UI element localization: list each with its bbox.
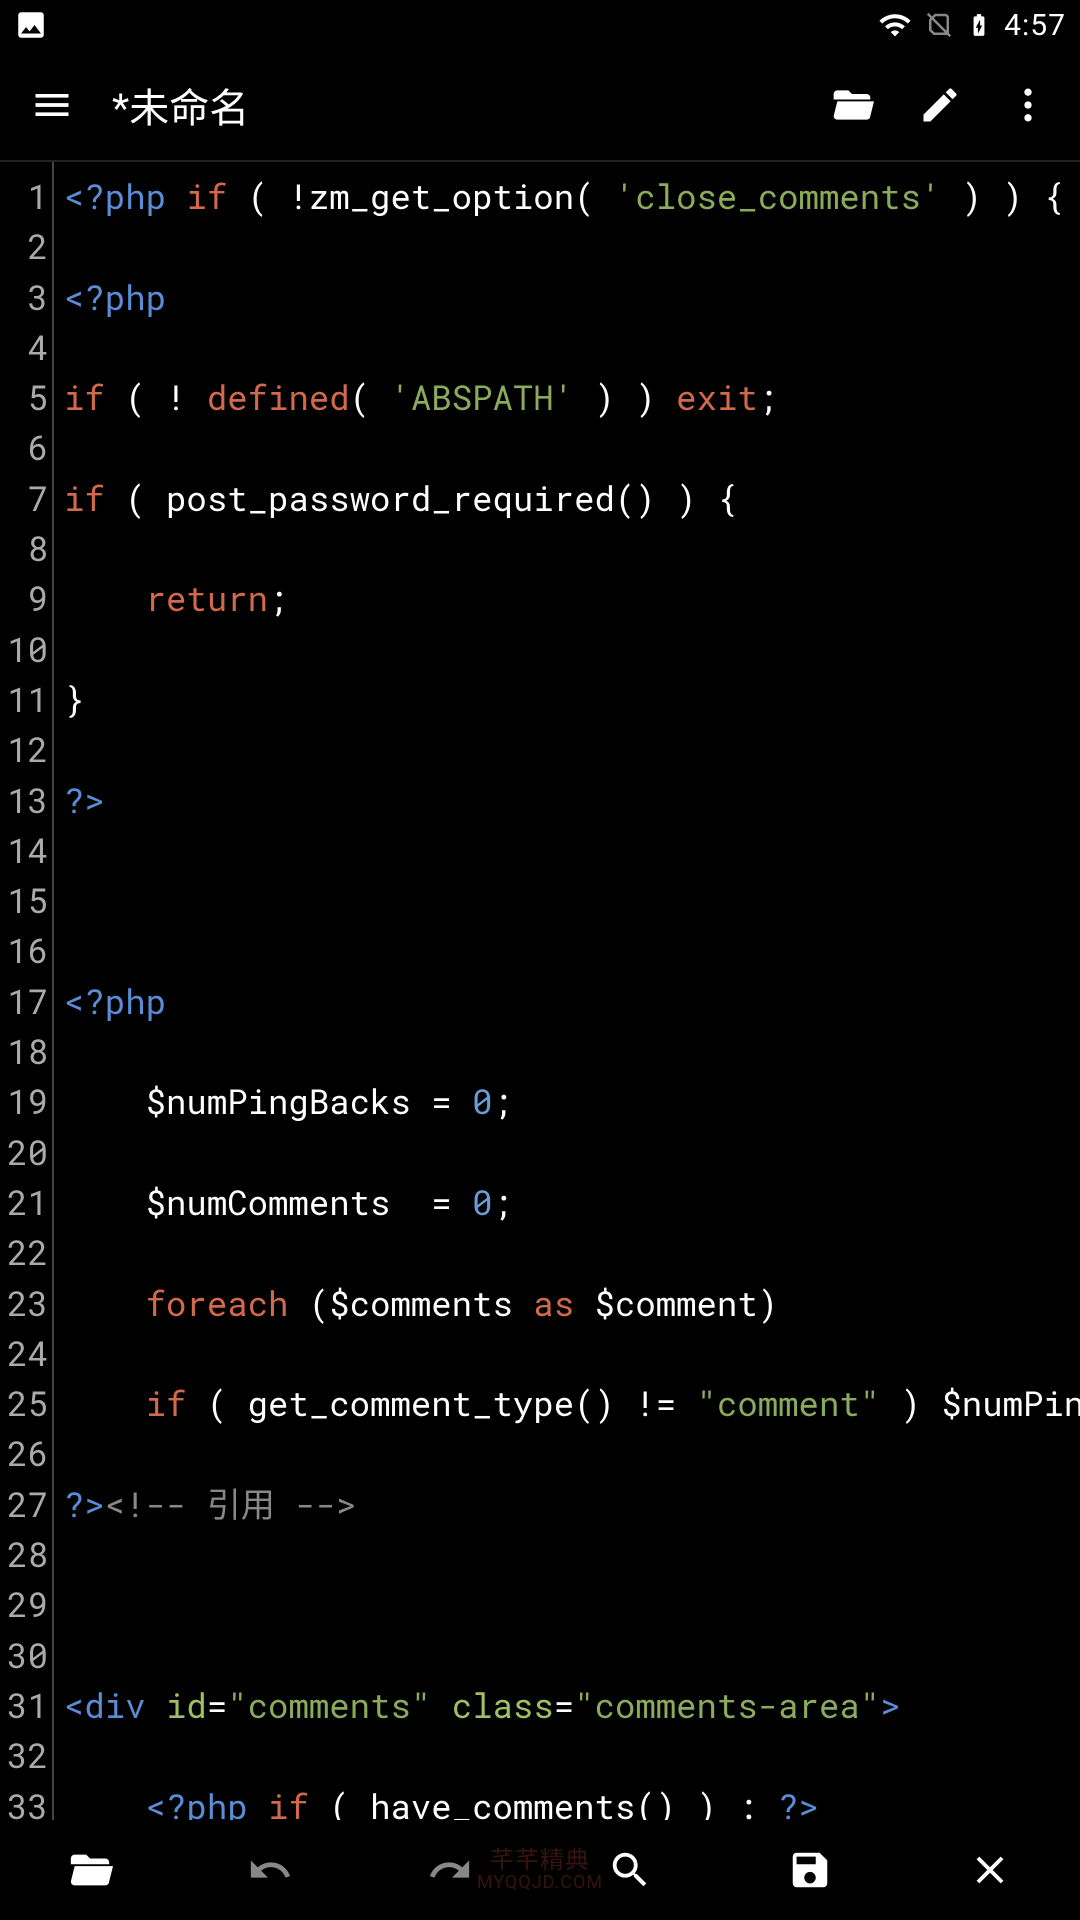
code-line[interactable] [64,1429,1080,1479]
open-file-button[interactable] [824,77,880,133]
code-line[interactable]: ?><!-- 引用 --> [64,1480,1080,1530]
code-line[interactable] [64,876,1080,926]
code-line[interactable]: <?php if ( have_comments() ) : ?> [64,1782,1080,1821]
code-line[interactable]: ?> [64,776,1080,826]
code-line[interactable] [64,1530,1080,1580]
code-line[interactable]: $numPingBacks = 0; [64,1077,1080,1127]
code-line[interactable] [64,1329,1080,1379]
code-line[interactable]: if ( post_password_required() ) { [64,474,1080,524]
code-line[interactable] [64,1228,1080,1278]
code-line[interactable]: <?php if ( !zm_get_option( 'close_commen… [64,172,1080,222]
code-line[interactable]: } [64,675,1080,725]
document-title: *未命名 [112,76,792,134]
watermark: 芊芊精典 MYQQJD.COM [477,1847,603,1893]
code-line[interactable]: <div id="comments" class="comments-area"… [64,1681,1080,1731]
edit-button[interactable] [912,77,968,133]
battery-charging-icon [966,8,992,42]
code-line[interactable] [64,826,1080,876]
search-button[interactable] [602,1842,658,1898]
code-line[interactable] [64,1128,1080,1178]
code-line[interactable] [64,323,1080,373]
code-line[interactable] [64,1580,1080,1630]
code-line[interactable]: <?php [64,273,1080,323]
code-line[interactable] [64,423,1080,473]
overflow-menu-button[interactable] [1000,77,1056,133]
image-icon [14,8,48,42]
code-line[interactable]: $numComments = 0; [64,1178,1080,1228]
code-line[interactable] [64,524,1080,574]
save-button[interactable] [782,1842,838,1898]
status-clock: 4:57 [1004,8,1066,43]
code-line[interactable]: foreach ($comments as $comment) [64,1279,1080,1329]
code-line[interactable]: <?php [64,977,1080,1027]
redo-button[interactable] [422,1842,478,1898]
code-line[interactable]: return; [64,574,1080,624]
code-line[interactable]: if ( get_comment_type() != "comment" ) $… [64,1379,1080,1429]
menu-button[interactable] [24,77,80,133]
line-number-gutter: 1234567891011121314151617181920212223242… [0,162,54,1820]
status-bar: 4:57 [0,0,1080,50]
app-toolbar: *未命名 [0,50,1080,162]
code-content[interactable]: <?php if ( !zm_get_option( 'close_commen… [54,162,1080,1820]
code-line[interactable] [64,926,1080,976]
wifi-icon [878,8,912,42]
no-sim-icon [924,10,954,40]
code-editor[interactable]: 1234567891011121314151617181920212223242… [0,162,1080,1820]
code-line[interactable] [64,1631,1080,1681]
open-button[interactable] [62,1842,118,1898]
code-line[interactable]: if ( ! defined( 'ABSPATH' ) ) exit; [64,373,1080,423]
close-button[interactable] [962,1842,1018,1898]
undo-button[interactable] [242,1842,298,1898]
code-line[interactable] [64,1027,1080,1077]
code-line[interactable] [64,725,1080,775]
code-line[interactable] [64,1731,1080,1781]
code-line[interactable] [64,222,1080,272]
code-line[interactable] [64,625,1080,675]
bottom-toolbar: 芊芊精典 MYQQJD.COM [0,1820,1080,1920]
